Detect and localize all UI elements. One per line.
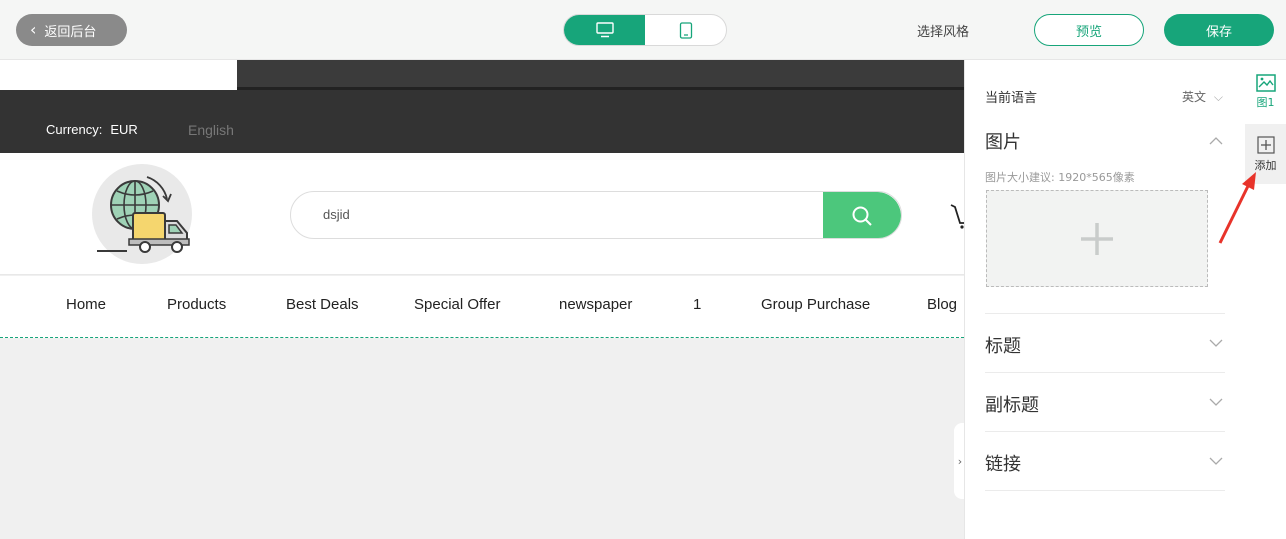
device-toggle: [563, 14, 727, 46]
save-button[interactable]: 保存: [1164, 14, 1274, 46]
editor-toolbar: ‹ 返回后台 选择风格 预览 保存: [0, 0, 1286, 60]
plus-icon: [1081, 222, 1113, 255]
menu-item-1[interactable]: 1: [693, 296, 701, 313]
currency-selector[interactable]: Currency: EUR: [46, 122, 138, 137]
desktop-icon: [595, 22, 614, 38]
choose-style-link[interactable]: 选择风格: [917, 21, 969, 40]
search-button[interactable]: [823, 192, 901, 238]
tablet-view-button[interactable]: [645, 15, 726, 45]
menu-item-blog[interactable]: Blog: [927, 296, 957, 313]
subtitle-section-title[interactable]: 副标题: [985, 391, 1039, 417]
menu-item-group-purchase[interactable]: Group Purchase: [761, 296, 870, 313]
section-divider: [985, 313, 1225, 314]
language-dropdown-value: 英文: [1182, 90, 1207, 104]
globe-truck-logo: [92, 164, 192, 264]
link-section-title[interactable]: 链接: [985, 450, 1021, 476]
current-language-label: 当前语言: [985, 91, 1038, 106]
section-divider: [985, 490, 1225, 491]
preview-button[interactable]: 预览: [1034, 14, 1144, 46]
menu-item-special-offer[interactable]: Special Offer: [414, 296, 500, 313]
site-top-bar: Currency: EUR English: [0, 90, 964, 153]
cart-icon[interactable]: [950, 197, 964, 229]
main-menu: Home Products Best Deals Special Offer n…: [0, 276, 964, 338]
section-divider: [985, 431, 1225, 432]
title-section-title[interactable]: 标题: [985, 332, 1021, 358]
current-language-row: 当前语言 英文 ⌵: [985, 87, 1223, 106]
currency-label: Currency:: [46, 122, 103, 137]
search-bar: dsjid: [290, 191, 902, 239]
language-dropdown[interactable]: 英文 ⌵: [1182, 88, 1223, 105]
image-section-title[interactable]: 图片: [985, 128, 1021, 154]
chevron-left-icon: ‹: [30, 20, 37, 39]
back-button-label: 返回后台: [44, 24, 97, 40]
image-tab-label: 图1: [1256, 96, 1275, 109]
chevron-up-icon[interactable]: [1209, 134, 1223, 148]
image-icon: [1255, 74, 1276, 92]
site-header: dsjid: [0, 153, 964, 275]
menu-item-home[interactable]: Home: [66, 296, 106, 313]
add-square-icon: [1256, 135, 1275, 154]
site-preview-canvas: Currency: EUR English dsjid Home Product…: [0, 60, 964, 539]
chevron-down-icon: ⌵: [1213, 90, 1223, 104]
chevron-right-icon: ›: [957, 454, 963, 468]
image-tab-1[interactable]: 图1: [1245, 60, 1286, 124]
menu-item-newspaper[interactable]: newspaper: [559, 296, 632, 313]
menu-item-best-deals[interactable]: Best Deals: [286, 296, 359, 313]
back-to-admin-button[interactable]: ‹ 返回后台: [16, 14, 127, 46]
tablet-icon: [679, 21, 692, 39]
search-icon: [852, 206, 872, 226]
language-selector[interactable]: English: [188, 122, 234, 138]
menu-item-products[interactable]: Products: [167, 296, 226, 313]
chevron-down-icon[interactable]: [1209, 336, 1223, 350]
currency-value: EUR: [110, 122, 138, 137]
image-size-hint: 图片大小建议: 1920*565像素: [985, 171, 1135, 184]
chevron-down-icon[interactable]: [1209, 454, 1223, 468]
chevron-down-icon[interactable]: [1209, 395, 1223, 409]
desktop-view-button[interactable]: [564, 15, 645, 45]
section-divider: [985, 372, 1225, 373]
preview-top-strip: [0, 60, 237, 90]
image-upload-area[interactable]: [986, 190, 1208, 287]
annotation-arrow-icon: [1218, 172, 1256, 244]
search-input[interactable]: dsjid: [323, 207, 350, 222]
settings-panel: 当前语言 英文 ⌵ 图片 图片大小建议: 1920*565像素 标题 副标题 链…: [964, 60, 1245, 539]
component-tabs: 图1 添加: [1245, 60, 1286, 539]
preview-dark-strip: [237, 60, 964, 87]
